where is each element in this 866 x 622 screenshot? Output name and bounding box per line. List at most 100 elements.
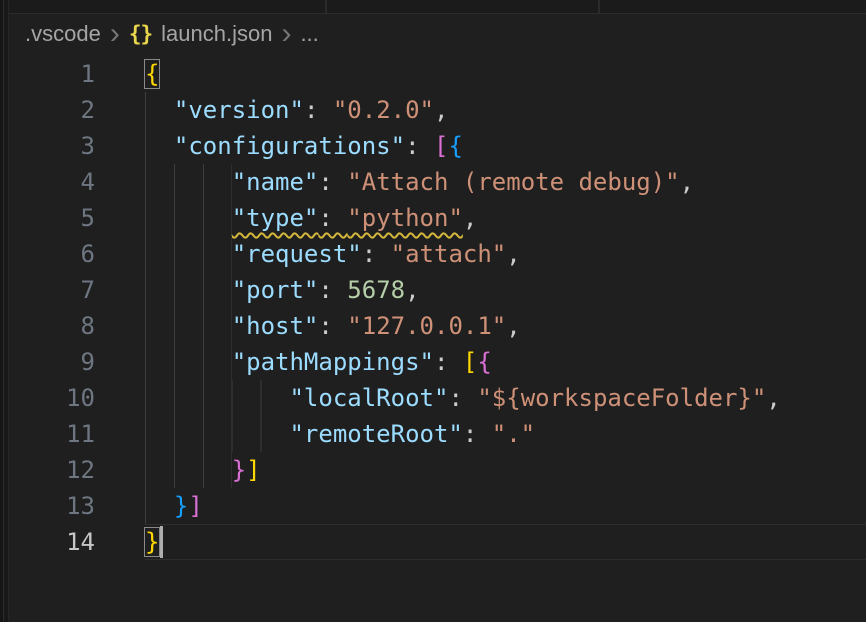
code-line[interactable]: }: [145, 524, 866, 560]
token: "request": [232, 240, 362, 268]
line-number[interactable]: 2: [9, 92, 145, 128]
token: "${workspaceFolder}": [477, 384, 766, 412]
matched-bracket: }: [145, 528, 159, 556]
token: "Attach (remote debug)": [347, 168, 679, 196]
code-line[interactable]: "version": "0.2.0",: [145, 92, 866, 128]
line-number[interactable]: 4: [9, 164, 145, 200]
line-number[interactable]: 8: [9, 308, 145, 344]
line-number[interactable]: 1: [9, 56, 145, 92]
line-number[interactable]: 11: [9, 416, 145, 452]
token: ,: [506, 240, 520, 268]
token: "python": [347, 204, 463, 232]
token: "localRoot": [289, 384, 448, 412]
token: "type": [232, 204, 319, 232]
token: ]: [188, 492, 202, 520]
line-number[interactable]: 3: [9, 128, 145, 164]
tab-bar[interactable]: [9, 0, 866, 14]
indent-guides: [145, 128, 174, 164]
tab-separator: [325, 0, 327, 13]
code-row: 11"remoteRoot": ".": [9, 416, 866, 452]
line-number[interactable]: 9: [9, 344, 145, 380]
code-area[interactable]: 1{2"version": "0.2.0",3"configurations":…: [9, 54, 866, 560]
token: :: [362, 240, 391, 268]
token: }: [232, 456, 246, 484]
code-line[interactable]: }]: [145, 452, 866, 488]
token: "127.0.0.1": [347, 312, 506, 340]
token: "host": [232, 312, 319, 340]
code-line[interactable]: {: [145, 56, 866, 92]
code-row: 2"version": "0.2.0",: [9, 92, 866, 128]
matched-bracket: {: [145, 60, 159, 88]
json-braces-icon: {}: [129, 22, 152, 46]
breadcrumb-file[interactable]: launch.json: [161, 21, 272, 47]
token: :: [448, 384, 477, 412]
indent-guides: [145, 308, 232, 344]
token: "pathMappings": [232, 348, 434, 376]
warning-squiggle: "type": "python": [232, 204, 463, 232]
token: [: [463, 348, 477, 376]
code-line[interactable]: "port": 5678,: [145, 272, 866, 308]
token: "attach": [391, 240, 507, 268]
token: ".": [492, 420, 535, 448]
line-number[interactable]: 5: [9, 200, 145, 236]
token: 5678: [347, 276, 405, 304]
indent-guides: [145, 344, 232, 380]
code-row: 13}]: [9, 488, 866, 524]
token: :: [318, 204, 347, 232]
breadcrumb: .vscode › {} launch.json › ...: [9, 14, 866, 54]
token: :: [405, 132, 434, 160]
code-row: 4"name": "Attach (remote debug)",: [9, 164, 866, 200]
code-row: 1{: [9, 56, 866, 92]
code-line[interactable]: "remoteRoot": ".": [145, 416, 866, 452]
code-row: 6"request": "attach",: [9, 236, 866, 272]
indent-guides: [145, 380, 289, 416]
token: :: [318, 168, 347, 196]
code-row: 3"configurations": [{: [9, 128, 866, 164]
indent-guides: [145, 236, 232, 272]
token: :: [463, 420, 492, 448]
token: ,: [434, 96, 448, 124]
token: {: [448, 132, 462, 160]
code-line[interactable]: "host": "127.0.0.1",: [145, 308, 866, 344]
tab-separator: [598, 0, 600, 13]
code-line[interactable]: "localRoot": "${workspaceFolder}",: [145, 380, 866, 416]
code-row: 10"localRoot": "${workspaceFolder}",: [9, 380, 866, 416]
token: ,: [680, 168, 694, 196]
indent-guides: [145, 488, 174, 524]
code-line[interactable]: }]: [145, 488, 866, 524]
indent-guides: [145, 452, 232, 488]
token: {: [477, 348, 491, 376]
breadcrumb-symbol[interactable]: ...: [300, 21, 318, 47]
token: ,: [506, 312, 520, 340]
token: ,: [405, 276, 419, 304]
token: :: [304, 96, 333, 124]
token: ]: [246, 456, 260, 484]
code-line[interactable]: "configurations": [{: [145, 128, 866, 164]
code-line[interactable]: "type": "python",: [145, 200, 866, 236]
indent-guides: [145, 200, 232, 236]
code-row: 14}: [9, 524, 866, 560]
code-row: 12}]: [9, 452, 866, 488]
line-number[interactable]: 6: [9, 236, 145, 272]
code-line[interactable]: "request": "attach",: [145, 236, 866, 272]
indent-guides: [145, 164, 232, 200]
code-line[interactable]: "name": "Attach (remote debug)",: [145, 164, 866, 200]
chevron-right-icon: ›: [281, 23, 291, 45]
breadcrumb-folder[interactable]: .vscode: [25, 21, 101, 47]
editor-group: .vscode › {} launch.json › ... 1{2"versi…: [9, 0, 866, 622]
token: :: [318, 276, 347, 304]
token: "name": [232, 168, 319, 196]
code-row: 7"port": 5678,: [9, 272, 866, 308]
token: [: [434, 132, 448, 160]
code-line[interactable]: "pathMappings": [{: [145, 344, 866, 380]
line-number[interactable]: 14: [9, 524, 145, 560]
line-number[interactable]: 13: [9, 488, 145, 524]
token: ,: [463, 204, 477, 232]
token: "0.2.0": [333, 96, 434, 124]
chevron-right-icon: ›: [110, 23, 120, 45]
window-left-edge: [0, 0, 9, 622]
line-number[interactable]: 12: [9, 452, 145, 488]
line-number[interactable]: 10: [9, 380, 145, 416]
indent-guides: [145, 416, 289, 452]
line-number[interactable]: 7: [9, 272, 145, 308]
